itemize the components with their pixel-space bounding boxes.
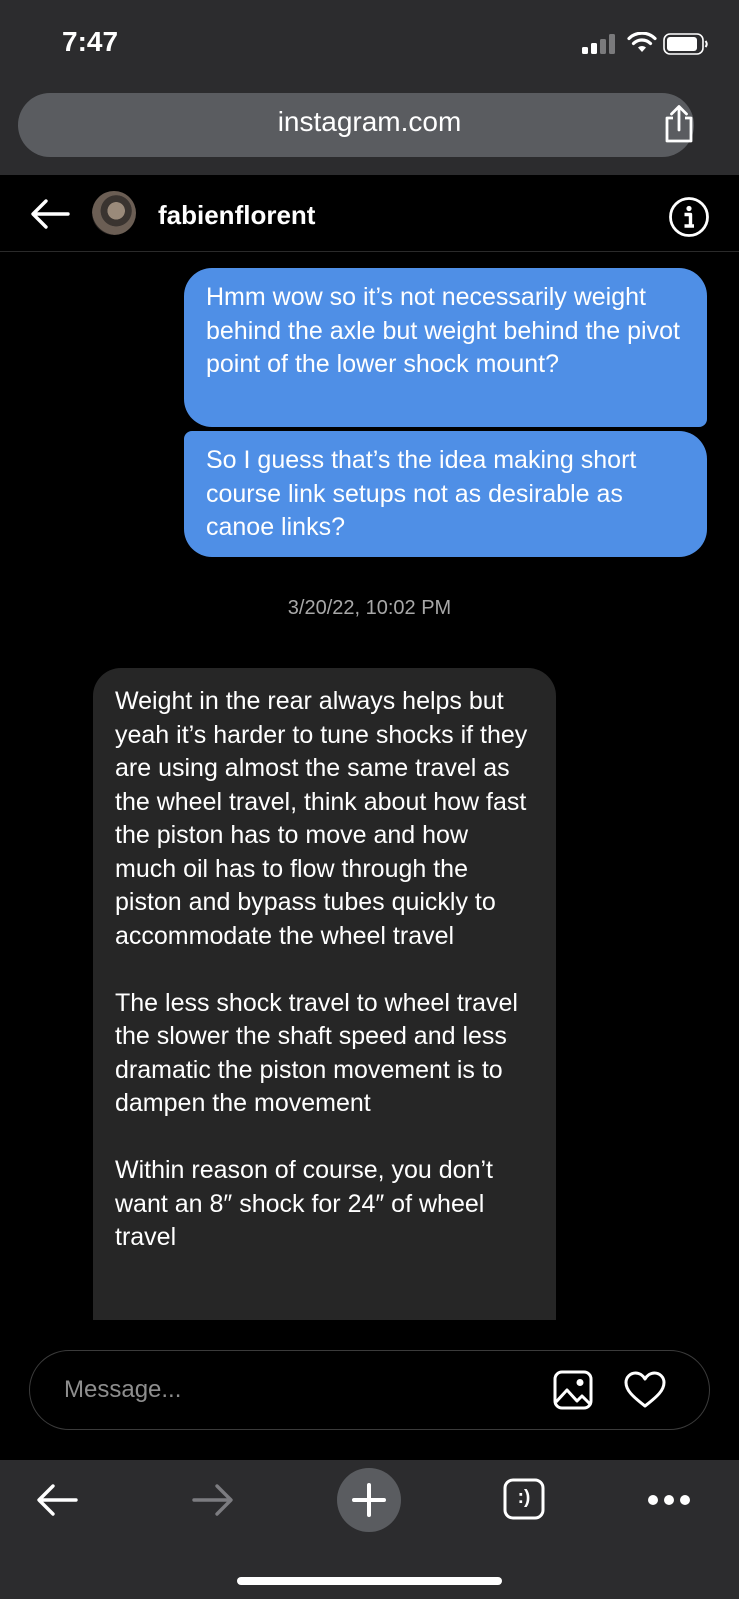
received-message-bubble[interactable]: Weight in the rear always helps but yeah… xyxy=(93,668,556,1320)
battery-icon xyxy=(663,33,708,55)
heart-icon[interactable] xyxy=(624,1371,666,1409)
conversation-username[interactable]: fabienflorent xyxy=(158,200,315,231)
avatar[interactable] xyxy=(92,191,136,235)
browser-back-icon[interactable] xyxy=(36,1482,78,1518)
more-options-icon[interactable] xyxy=(647,1494,691,1506)
wifi-icon xyxy=(627,32,657,52)
home-indicator xyxy=(237,1577,502,1585)
sent-message-bubble[interactable]: So I guess that’s the idea making short … xyxy=(184,431,707,557)
info-icon[interactable] xyxy=(668,196,710,238)
browser-forward-icon[interactable] xyxy=(192,1482,234,1518)
status-time: 7:47 xyxy=(62,26,119,57)
cellular-signal-icon xyxy=(582,34,615,54)
sent-message-bubble[interactable]: Hmm wow so it’s not necessarily weight b… xyxy=(184,268,707,427)
gallery-icon[interactable] xyxy=(553,1370,593,1410)
message-input[interactable] xyxy=(64,1372,484,1408)
message-timestamp: 3/20/22, 10:02 PM xyxy=(287,597,452,619)
tabs-label: :) xyxy=(517,1487,531,1508)
share-icon[interactable] xyxy=(662,104,696,144)
tabs-button[interactable]: :) xyxy=(503,1478,545,1520)
plus-icon xyxy=(352,1483,386,1517)
new-tab-button[interactable] xyxy=(337,1468,401,1532)
url-text[interactable]: instagram.com xyxy=(18,106,721,138)
back-arrow-icon[interactable] xyxy=(30,198,70,230)
